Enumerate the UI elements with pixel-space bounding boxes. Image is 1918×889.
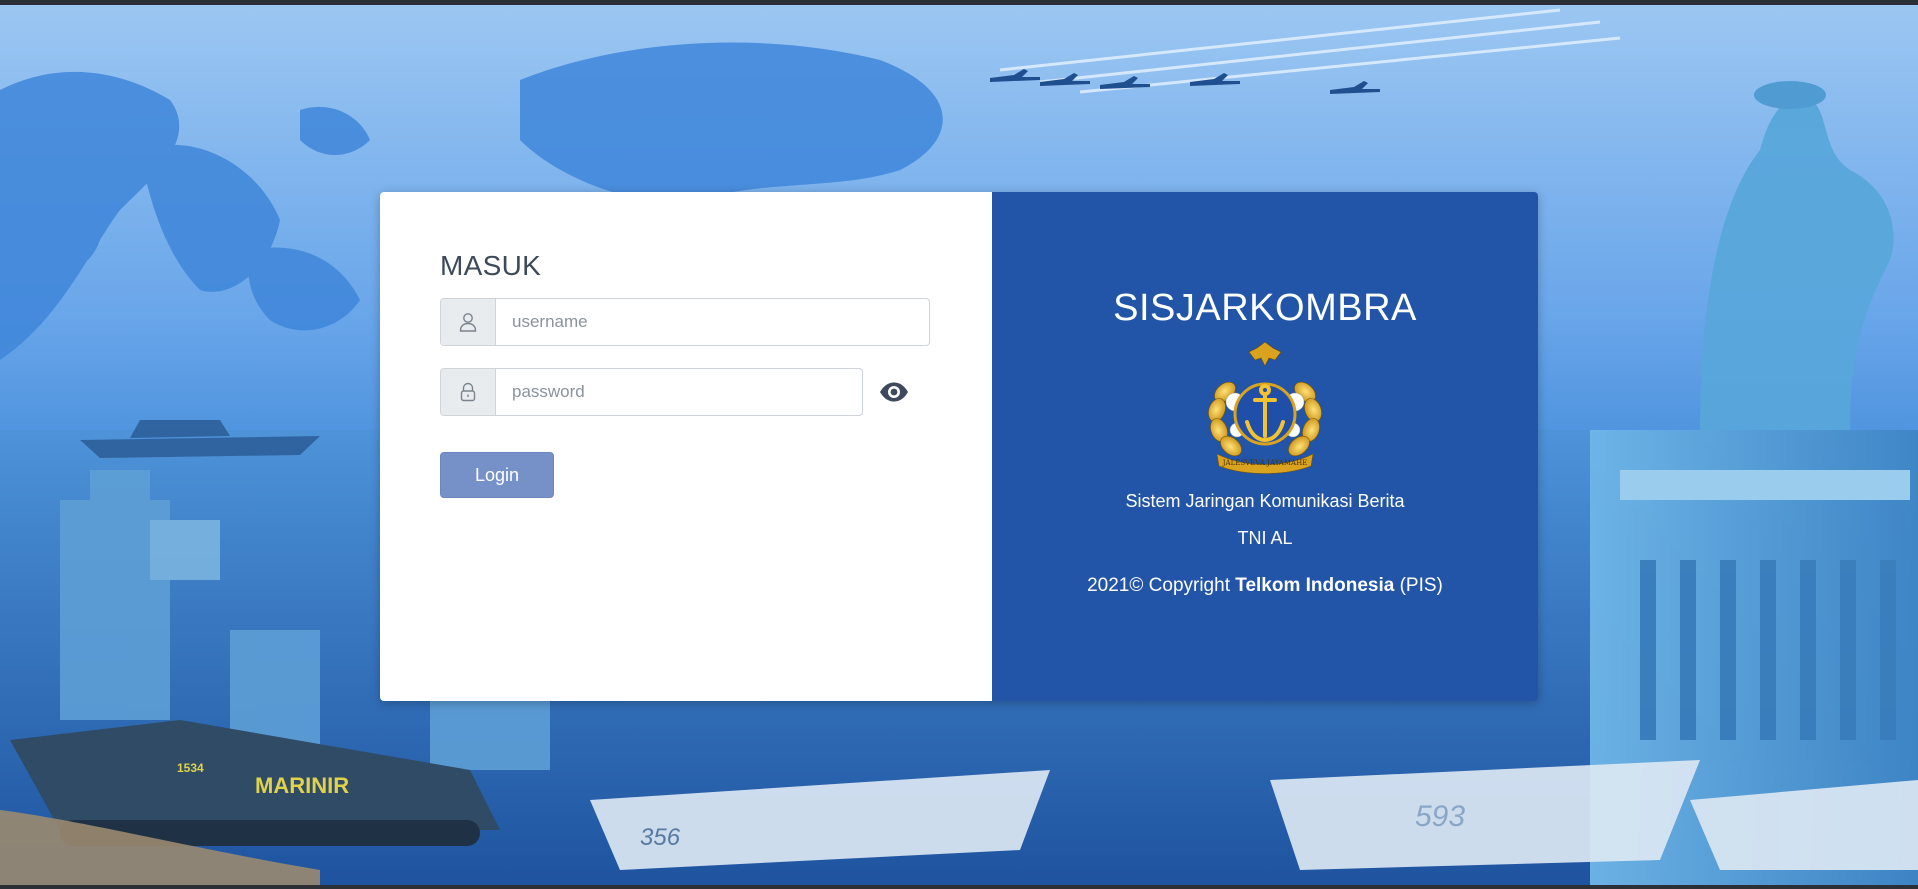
svg-text:MARINIR: MARINIR	[255, 773, 349, 798]
svg-text:356: 356	[640, 824, 681, 851]
login-page: MARINIR 1534 356 593 MASUK username Logi…	[0, 0, 1918, 889]
password-input[interactable]	[496, 369, 862, 415]
copyright-suffix: (PIS)	[1394, 575, 1443, 596]
login-title: MASUK	[440, 250, 542, 281]
lock-icon	[441, 369, 496, 415]
browser-top-edge	[0, 0, 1918, 5]
svg-text:JALESVEVA JAYAMAHE: JALESVEVA JAYAMAHE	[1222, 459, 1308, 467]
brand-panel: SISJARKOMBRA JALESVEVA JAYAMAHE Sistem J…	[992, 192, 1538, 701]
system-subtitle: Sistem Jaringan Komunikasi Berita	[1125, 491, 1405, 511]
navy-emblem: JALESVEVA JAYAMAHE	[1208, 342, 1322, 474]
login-panel: MASUK username Login	[380, 192, 992, 701]
username-input[interactable]	[496, 299, 929, 345]
login-card: MASUK username Login SISJARKOMBRA JALESV…	[380, 192, 1538, 701]
copyright-company: Telkom Indonesia	[1235, 575, 1395, 596]
copyright-text: 2021© Copyright Telkom Indonesia (PIS)	[992, 575, 1538, 597]
eye-icon[interactable]	[877, 380, 911, 404]
organization-name: TNI AL	[1237, 528, 1293, 548]
username-input-group	[440, 298, 930, 346]
password-input-group	[440, 368, 863, 416]
browser-bottom-edge	[0, 885, 1918, 889]
copyright-prefix: 2021© Copyright	[1087, 575, 1236, 596]
app-name: SISJARKOMBRA	[1113, 287, 1417, 329]
svg-text:1534: 1534	[177, 761, 204, 775]
user-icon	[441, 299, 496, 345]
login-button[interactable]: Login	[440, 452, 554, 498]
svg-text:593: 593	[1415, 800, 1465, 833]
